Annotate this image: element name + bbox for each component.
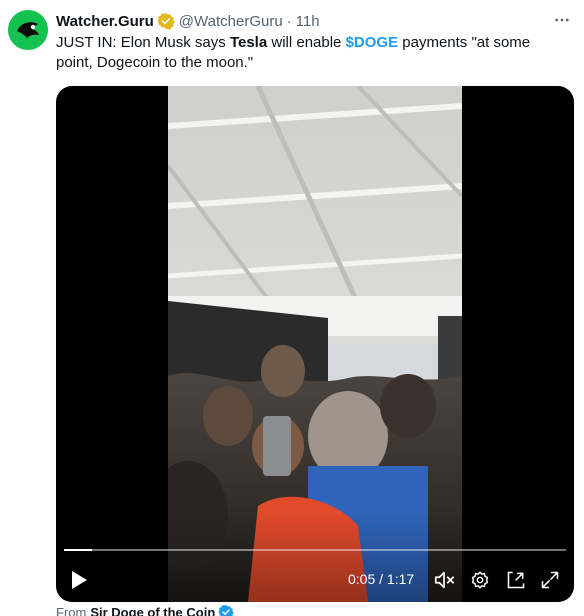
tweet-text: JUST IN: Elon Musk says Tesla will enabl… xyxy=(56,33,556,73)
video-timecode: 0:05 / 1:17 xyxy=(348,571,415,587)
tweet-text-part: JUST IN: Elon Musk says xyxy=(56,34,230,51)
muted-speaker-icon[interactable] xyxy=(432,568,456,592)
header-separator: · xyxy=(286,12,292,30)
gold-verified-badge-icon[interactable] xyxy=(156,12,175,30)
avatar[interactable] xyxy=(8,10,48,50)
attribution-prefix: From xyxy=(56,604,87,616)
progress-bar-fill xyxy=(64,549,92,551)
fullscreen-icon[interactable] xyxy=(538,568,562,592)
tweet-text-part: will enable xyxy=(267,34,346,51)
tweet-header: Watcher.Guru @WatcherGuru · 11h xyxy=(56,10,576,32)
settings-gear-icon[interactable] xyxy=(468,568,492,592)
author-name[interactable]: Watcher.Guru xyxy=(56,13,154,30)
cashtag-link[interactable]: $DOGE xyxy=(346,34,399,51)
video-player[interactable]: 0:05 / 1:17 xyxy=(56,86,574,602)
attribution-author-link[interactable]: Sir Doge of the Coin xyxy=(90,605,215,616)
video-attribution: From Sir Doge of the Coin xyxy=(56,604,235,616)
controls-overlay xyxy=(56,512,574,602)
tweet-timestamp[interactable]: 11h xyxy=(296,13,320,30)
tweet-text-bold: Tesla xyxy=(229,34,268,51)
dock-video-icon[interactable] xyxy=(504,568,528,592)
more-options-icon[interactable] xyxy=(552,10,572,30)
progress-bar[interactable] xyxy=(64,549,566,551)
blue-verified-badge-icon xyxy=(218,604,235,616)
author-handle[interactable]: @WatcherGuru xyxy=(179,13,283,30)
watcher-guru-logo-icon xyxy=(8,10,48,50)
play-icon[interactable] xyxy=(68,568,90,592)
